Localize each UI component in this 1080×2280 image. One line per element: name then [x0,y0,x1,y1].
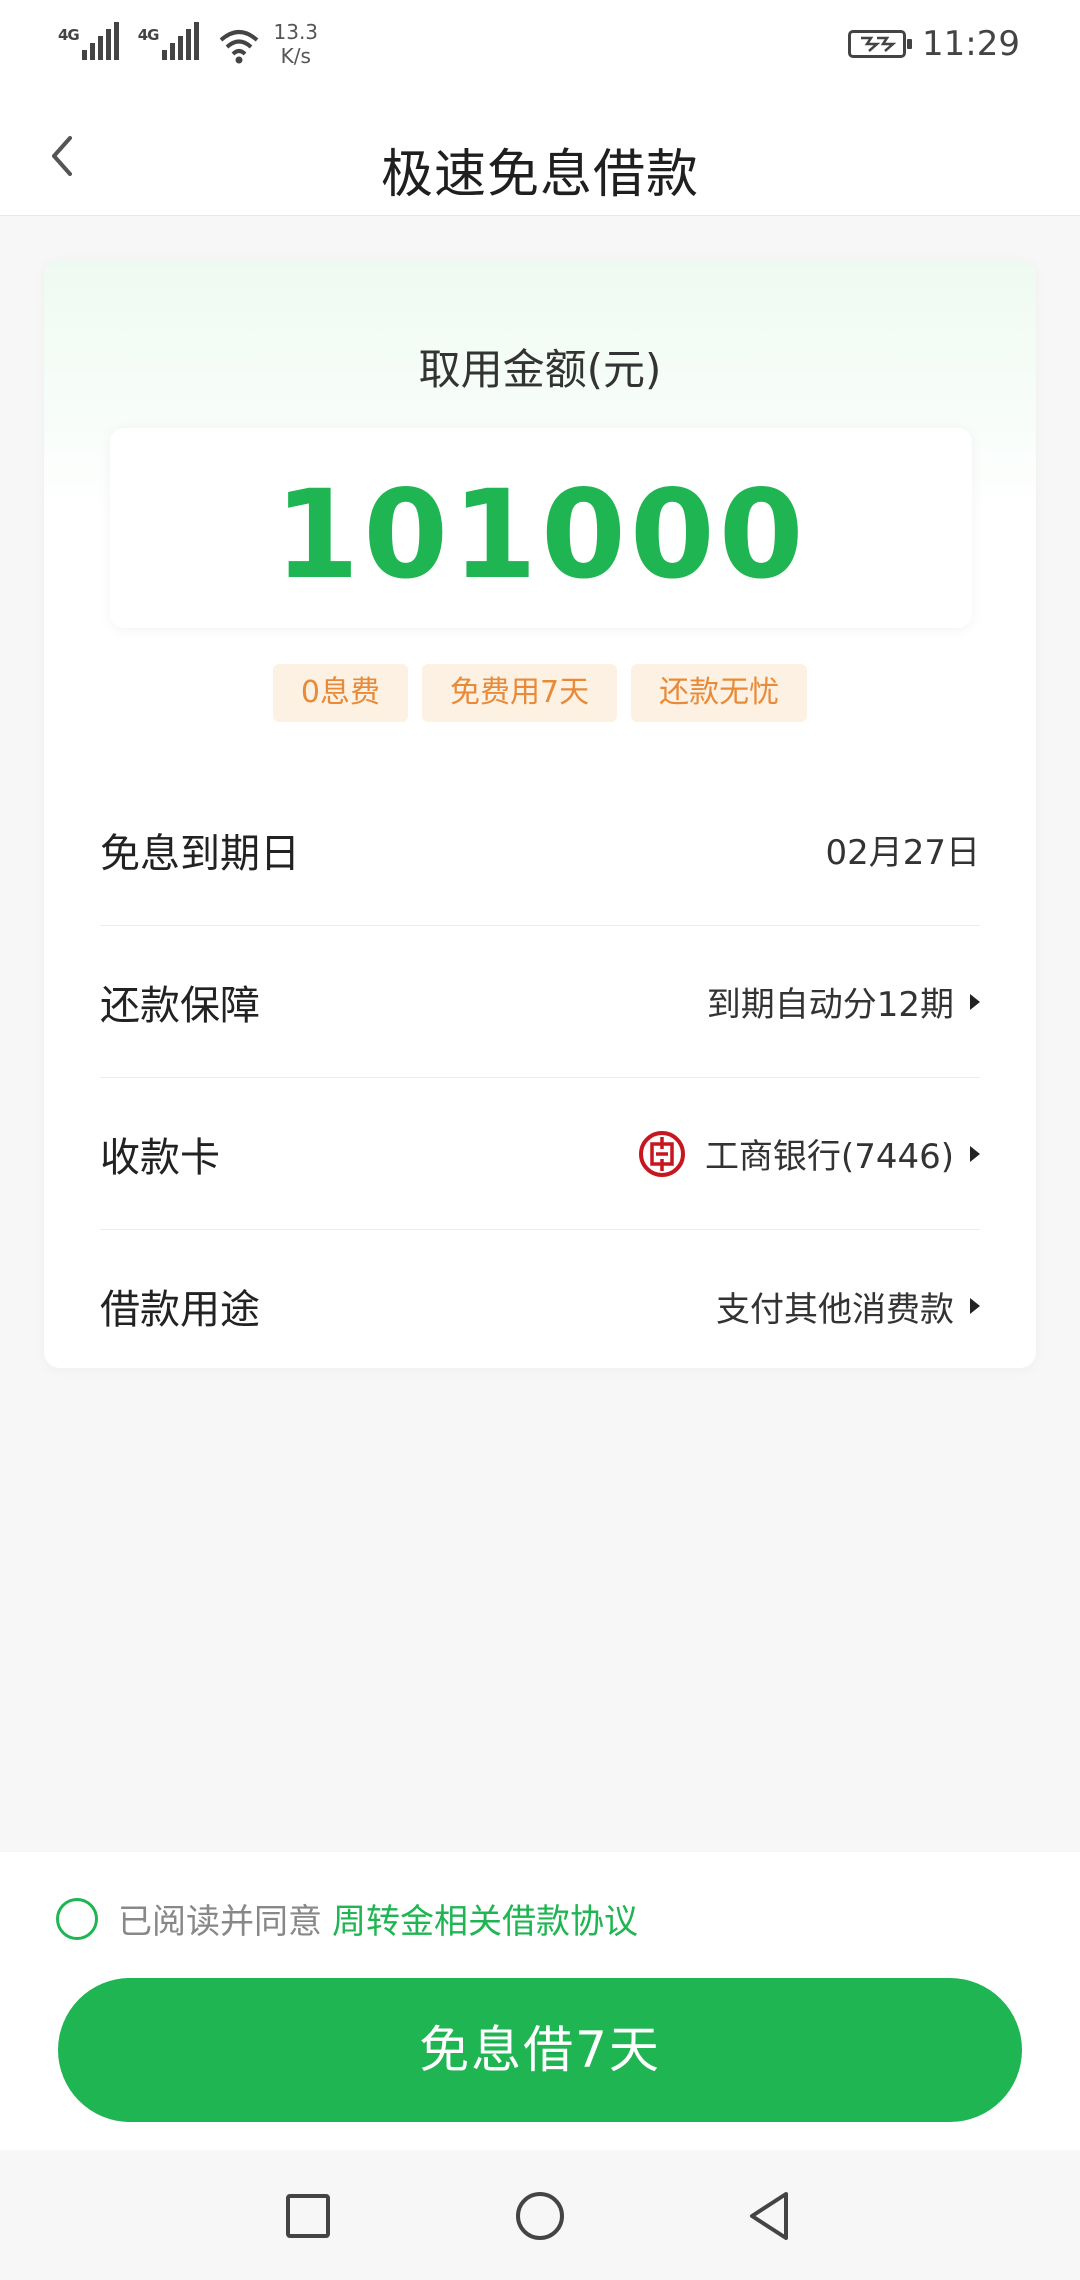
amount-box[interactable]: 101000 [110,428,972,628]
status-time: 11:29 [922,24,1020,64]
row-due-date: 免息到期日 02月27日 [100,774,980,926]
bottom-action-area: 已阅读并同意 周转金相关借款协议 免息借7天 [0,1852,1080,2150]
due-date-value: 02月27日 [825,833,980,873]
caret-right-icon [970,1145,980,1162]
row-value: 到期自动分12期 [707,977,980,1026]
row-value: 支付其他消费款 [716,1282,980,1331]
caret-right-icon [970,993,980,1010]
row-label: 收款卡 [100,1134,220,1181]
signal-2: 4G [138,20,202,60]
icbc-bank-icon [638,1130,685,1177]
row-label: 还款保障 [100,982,260,1029]
row-label: 免息到期日 [100,830,300,877]
status-bar: 4G 4G 13.3 K/s 11:29 [0,0,1080,96]
tag-worry-free-repay: 还款无忧 [631,664,808,722]
status-right: 11:29 [848,24,1020,64]
navigation-bar: 极速免息借款 [0,96,1080,216]
battery-icon [848,30,913,58]
feature-tags: 0息费 免费用7天 还款无忧 [44,664,1036,722]
signal-bars-icon [81,20,122,60]
status-left: 4G 4G 13.3 K/s [58,20,318,68]
back-triangle-icon[interactable] [742,2188,798,2244]
row-loan-purpose[interactable]: 借款用途 支付其他消费款 [100,1230,980,1368]
network-type-2: 4G [137,26,160,44]
agreement-checkbox[interactable] [56,1897,98,1940]
purpose-value: 支付其他消费款 [716,1289,954,1330]
network-speed: 13.3 K/s [274,20,319,68]
detail-list: 免息到期日 02月27日 还款保障 到期自动分12期 收款卡 工商银行(7446… [100,774,980,1368]
bank-card-value: 工商银行(7446) [704,1137,954,1177]
row-value: 工商银行(7446) [637,1129,980,1179]
caret-right-icon [970,1298,980,1314]
wifi-icon [219,30,258,64]
page-title: 极速免息借款 [380,145,699,205]
tag-no-interest: 0息费 [272,664,408,722]
signal-1: 4G [58,20,122,60]
agreement-link[interactable]: 周转金相关借款协议 [332,1894,638,1943]
system-navigation-bar [0,2150,1080,2280]
row-value: 02月27日 [825,825,980,874]
tag-free-7-days: 免费用7天 [422,664,618,722]
row-label: 借款用途 [100,1287,260,1333]
agreement-text: 已阅读并同意 [118,1902,322,1942]
charging-icon [861,36,897,52]
network-type-1: 4G [58,26,80,44]
agreement-row: 已阅读并同意 周转金相关借款协议 [56,1894,638,1943]
recents-square-icon[interactable] [280,2188,336,2244]
repay-plan-value: 到期自动分12期 [706,985,954,1025]
amount-label: 取用金额(元) [418,345,662,394]
loan-card: 取用金额(元) 101000 0息费 免费用7天 还款无忧 免息到期日 02月2… [44,260,1036,1368]
row-repay-guarantee[interactable]: 还款保障 到期自动分12期 [100,926,980,1078]
row-receiving-card[interactable]: 收款卡 工商银行(7446) [100,1078,980,1230]
signal-bars-icon [161,20,202,60]
speed-value: 13.3 [273,20,319,44]
home-circle-icon[interactable] [512,2188,568,2244]
speed-unit: K/s [280,44,311,68]
borrow-button[interactable]: 免息借7天 [58,1978,1022,2122]
amount-value: 101000 [274,464,808,606]
